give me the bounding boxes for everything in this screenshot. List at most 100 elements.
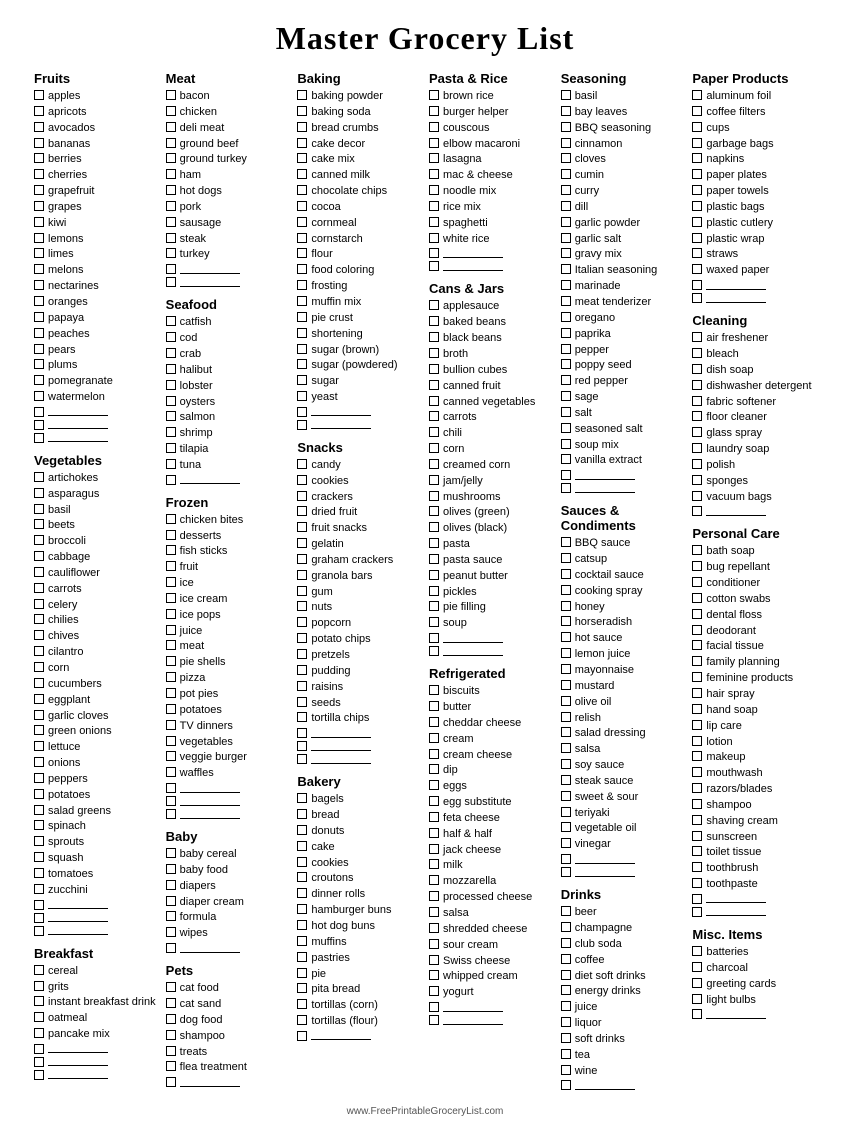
checkbox-icon[interactable] xyxy=(297,153,307,163)
checkbox-icon[interactable] xyxy=(692,364,702,374)
checkbox-icon[interactable] xyxy=(561,680,571,690)
checkbox-icon[interactable] xyxy=(34,185,44,195)
checkbox-icon[interactable] xyxy=(34,153,44,163)
checkbox-icon[interactable] xyxy=(297,375,307,385)
checkbox-icon[interactable] xyxy=(692,640,702,650)
checkbox-icon[interactable] xyxy=(429,1015,439,1025)
checkbox-icon[interactable] xyxy=(34,519,44,529)
checkbox-icon[interactable] xyxy=(34,1012,44,1022)
checkbox-icon[interactable] xyxy=(34,614,44,624)
checkbox-icon[interactable] xyxy=(692,506,702,516)
checkbox-icon[interactable] xyxy=(561,233,571,243)
checkbox-icon[interactable] xyxy=(692,332,702,342)
checkbox-icon[interactable] xyxy=(561,264,571,274)
checkbox-icon[interactable] xyxy=(297,217,307,227)
checkbox-icon[interactable] xyxy=(561,439,571,449)
checkbox-icon[interactable] xyxy=(34,789,44,799)
checkbox-icon[interactable] xyxy=(429,538,439,548)
checkbox-icon[interactable] xyxy=(429,701,439,711)
checkbox-icon[interactable] xyxy=(34,583,44,593)
checkbox-icon[interactable] xyxy=(34,420,44,430)
checkbox-icon[interactable] xyxy=(166,640,176,650)
checkbox-icon[interactable] xyxy=(561,743,571,753)
checkbox-icon[interactable] xyxy=(34,694,44,704)
checkbox-icon[interactable] xyxy=(297,741,307,751)
checkbox-icon[interactable] xyxy=(692,704,702,714)
checkbox-icon[interactable] xyxy=(297,459,307,469)
checkbox-icon[interactable] xyxy=(429,875,439,885)
checkbox-icon[interactable] xyxy=(34,312,44,322)
checkbox-icon[interactable] xyxy=(561,106,571,116)
checkbox-icon[interactable] xyxy=(561,807,571,817)
checkbox-icon[interactable] xyxy=(34,1044,44,1054)
checkbox-icon[interactable] xyxy=(297,999,307,1009)
checkbox-icon[interactable] xyxy=(429,201,439,211)
checkbox-icon[interactable] xyxy=(561,854,571,864)
checkbox-icon[interactable] xyxy=(692,962,702,972)
checkbox-icon[interactable] xyxy=(166,577,176,587)
checkbox-icon[interactable] xyxy=(561,185,571,195)
checkbox-icon[interactable] xyxy=(561,359,571,369)
checkbox-icon[interactable] xyxy=(166,1061,176,1071)
checkbox-icon[interactable] xyxy=(297,359,307,369)
checkbox-icon[interactable] xyxy=(561,1017,571,1027)
checkbox-icon[interactable] xyxy=(692,380,702,390)
checkbox-icon[interactable] xyxy=(34,169,44,179)
checkbox-icon[interactable] xyxy=(297,983,307,993)
checkbox-icon[interactable] xyxy=(34,741,44,751)
checkbox-icon[interactable] xyxy=(297,185,307,195)
checkbox-icon[interactable] xyxy=(166,943,176,953)
checkbox-icon[interactable] xyxy=(297,825,307,835)
checkbox-icon[interactable] xyxy=(692,815,702,825)
checkbox-icon[interactable] xyxy=(692,396,702,406)
checkbox-icon[interactable] xyxy=(692,946,702,956)
checkbox-icon[interactable] xyxy=(297,649,307,659)
checkbox-icon[interactable] xyxy=(692,894,702,904)
checkbox-icon[interactable] xyxy=(429,522,439,532)
checkbox-icon[interactable] xyxy=(297,328,307,338)
checkbox-icon[interactable] xyxy=(34,773,44,783)
checkbox-icon[interactable] xyxy=(692,185,702,195)
checkbox-icon[interactable] xyxy=(34,852,44,862)
checkbox-icon[interactable] xyxy=(297,633,307,643)
checkbox-icon[interactable] xyxy=(297,857,307,867)
checkbox-icon[interactable] xyxy=(166,185,176,195)
checkbox-icon[interactable] xyxy=(166,348,176,358)
checkbox-icon[interactable] xyxy=(297,475,307,485)
checkbox-icon[interactable] xyxy=(34,678,44,688)
checkbox-icon[interactable] xyxy=(561,906,571,916)
checkbox-icon[interactable] xyxy=(561,312,571,322)
checkbox-icon[interactable] xyxy=(34,359,44,369)
checkbox-icon[interactable] xyxy=(297,280,307,290)
checkbox-icon[interactable] xyxy=(429,261,439,271)
checkbox-icon[interactable] xyxy=(692,688,702,698)
checkbox-icon[interactable] xyxy=(561,423,571,433)
checkbox-icon[interactable] xyxy=(429,764,439,774)
checkbox-icon[interactable] xyxy=(297,712,307,722)
checkbox-icon[interactable] xyxy=(429,153,439,163)
checkbox-icon[interactable] xyxy=(297,920,307,930)
checkbox-icon[interactable] xyxy=(297,522,307,532)
checkbox-icon[interactable] xyxy=(34,662,44,672)
checkbox-icon[interactable] xyxy=(429,796,439,806)
checkbox-icon[interactable] xyxy=(297,312,307,322)
checkbox-icon[interactable] xyxy=(34,328,44,338)
checkbox-icon[interactable] xyxy=(297,601,307,611)
checkbox-icon[interactable] xyxy=(429,844,439,854)
checkbox-icon[interactable] xyxy=(429,169,439,179)
checkbox-icon[interactable] xyxy=(297,344,307,354)
checkbox-icon[interactable] xyxy=(166,593,176,603)
checkbox-icon[interactable] xyxy=(692,609,702,619)
checkbox-icon[interactable] xyxy=(297,122,307,132)
checkbox-icon[interactable] xyxy=(429,812,439,822)
checkbox-icon[interactable] xyxy=(692,625,702,635)
checkbox-icon[interactable] xyxy=(561,970,571,980)
checkbox-icon[interactable] xyxy=(34,965,44,975)
checkbox-icon[interactable] xyxy=(692,411,702,421)
checkbox-icon[interactable] xyxy=(692,233,702,243)
checkbox-icon[interactable] xyxy=(166,427,176,437)
checkbox-icon[interactable] xyxy=(692,293,702,303)
checkbox-icon[interactable] xyxy=(34,913,44,923)
checkbox-icon[interactable] xyxy=(429,491,439,501)
checkbox-icon[interactable] xyxy=(692,491,702,501)
